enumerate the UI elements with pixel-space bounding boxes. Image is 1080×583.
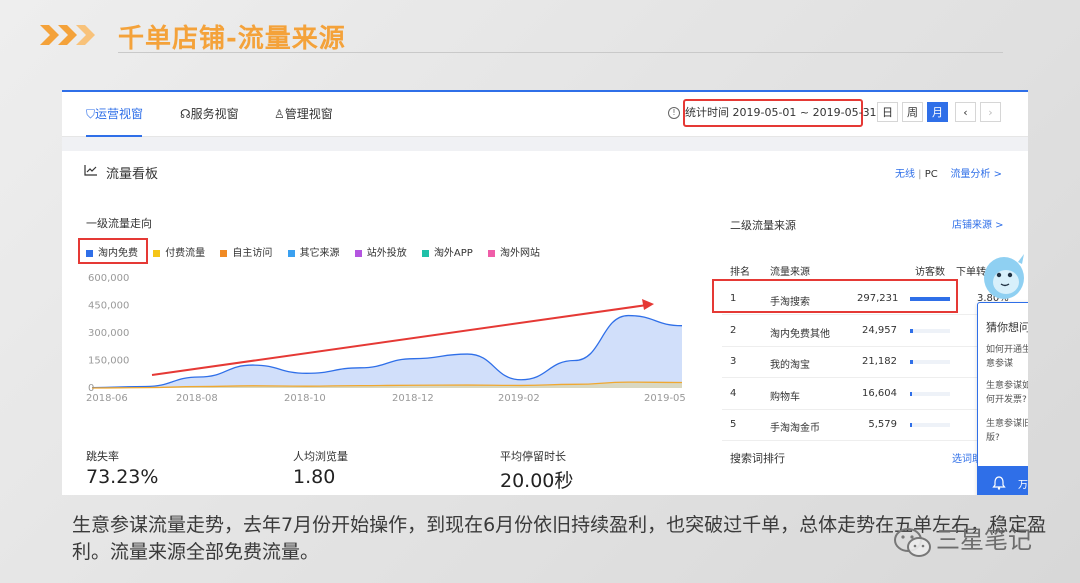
share-bar <box>910 328 950 333</box>
rank-cell: 3 <box>730 356 737 367</box>
col-rank: 排名 <box>730 267 750 278</box>
kpi-label: 跳失率 <box>86 450 119 463</box>
kpi-value: 1.80 <box>293 466 336 488</box>
y-tick-label: 150,000 <box>88 356 129 367</box>
x-tick-label: 2018-08 <box>176 393 218 404</box>
visitors-cell: 16,604 <box>862 387 897 399</box>
help-question[interactable]: 生意参谋旧版? <box>986 417 1028 445</box>
visitors-cell: 24,957 <box>862 324 897 336</box>
chevron-right-icon[interactable]: › <box>980 102 1001 122</box>
help-question[interactable]: 如何开通生意参谋 <box>986 343 1028 371</box>
kpi-label: 平均停留时长 <box>500 450 566 463</box>
kpi-value: 73.23% <box>86 466 159 488</box>
help-popup: 猜你想问 如何开通生意参谋 生意参谋如何开发票? 生意参谋旧版? 万 <box>977 302 1028 495</box>
kpi-label: 人均浏览量 <box>293 450 348 463</box>
top-source-highlight-box <box>712 279 958 313</box>
col-source: 流量来源 <box>770 267 810 278</box>
wireless-link[interactable]: 无线 <box>895 169 915 180</box>
source-cell: 购物车 <box>770 391 800 403</box>
share-bar <box>910 391 950 396</box>
series-area <box>92 315 682 388</box>
source-cell: 淘内免费其他 <box>770 328 830 340</box>
traffic-analysis-link[interactable]: 流量分析 > <box>950 169 1002 180</box>
chevron-arrows-icon <box>40 25 95 45</box>
link-separator: | <box>918 169 922 180</box>
wechat-icon <box>894 528 931 557</box>
mascot-icon[interactable] <box>982 252 1026 302</box>
rank-cell: 4 <box>730 387 737 399</box>
y-tick-label: 600,000 <box>88 273 129 284</box>
help-footer[interactable]: 万 <box>978 466 1028 495</box>
x-tick-label: 2019-05 <box>644 393 686 404</box>
title-divider <box>118 52 1003 53</box>
x-tick-label: 2018-12 <box>392 393 434 404</box>
kpi-pageviews: 人均浏览量 1.80 <box>293 448 348 488</box>
slide-title: 千单店铺-流量来源 <box>118 24 346 54</box>
help-question[interactable]: 生意参谋如何开发票? <box>986 379 1028 407</box>
col-visitors: 访客数 <box>915 267 945 278</box>
visitors-cell: 5,579 <box>868 419 897 430</box>
y-tick-label: 300,000 <box>88 328 129 339</box>
share-bar-fill <box>910 391 913 396</box>
help-title: 猜你想问 <box>986 321 1028 334</box>
share-bar <box>910 423 950 427</box>
keyword-ranking-title: 搜索词排行 <box>730 452 785 465</box>
rank-cell: 5 <box>730 419 737 430</box>
pc-link[interactable]: PC <box>925 169 938 180</box>
help-footer-text: 万 <box>1018 480 1028 491</box>
source-cell: 手淘淘金币 <box>770 423 820 434</box>
period-day-button[interactable]: 日 <box>877 102 898 122</box>
watermark-text: 三星笔记 <box>936 526 1032 554</box>
secondary-sources-title: 二级流量来源 <box>730 219 796 232</box>
kpi-bounce-rate: 跳失率 73.23% <box>86 448 158 488</box>
x-tick-label: 2018-06 <box>86 393 128 404</box>
chevron-left-icon[interactable]: ‹ <box>955 102 976 122</box>
x-tick-label: 2018-10 <box>284 393 326 404</box>
x-tick-label: 2019-02 <box>498 393 540 404</box>
period-month-button[interactable]: 月 <box>927 102 948 122</box>
share-bar <box>910 360 950 364</box>
source-cell: 我的淘宝 <box>770 360 810 371</box>
bell-icon <box>992 476 1006 490</box>
y-tick-label: 450,000 <box>88 301 129 312</box>
kpi-value: 20.00秒 <box>500 470 574 492</box>
kpi-stay-time: 平均停留时长 20.00秒 <box>500 448 573 493</box>
share-bar-fill <box>910 328 914 333</box>
visitors-cell: 21,182 <box>862 356 897 367</box>
share-bar-fill <box>910 360 913 364</box>
period-week-button[interactable]: 周 <box>902 102 923 122</box>
dashboard-links: 无线 | PC 流量分析 > <box>895 165 1002 180</box>
shop-source-link[interactable]: 店铺来源 > <box>952 216 1004 231</box>
rank-cell: 2 <box>730 324 737 336</box>
trend-arrow-head <box>642 299 654 310</box>
analytics-panel: ⛉运营视窗 ☊服务视窗 ♙管理视窗 ! 统计时间 2019-05-01 ~ 20… <box>62 90 1028 495</box>
date-range-picker[interactable]: 统计时间 2019-05-01 ~ 2019-05-31 <box>683 99 877 127</box>
share-bar-fill <box>910 423 912 427</box>
traffic-trend-chart: 0150,000300,000450,000600,000 2018-06 201… <box>86 273 686 404</box>
